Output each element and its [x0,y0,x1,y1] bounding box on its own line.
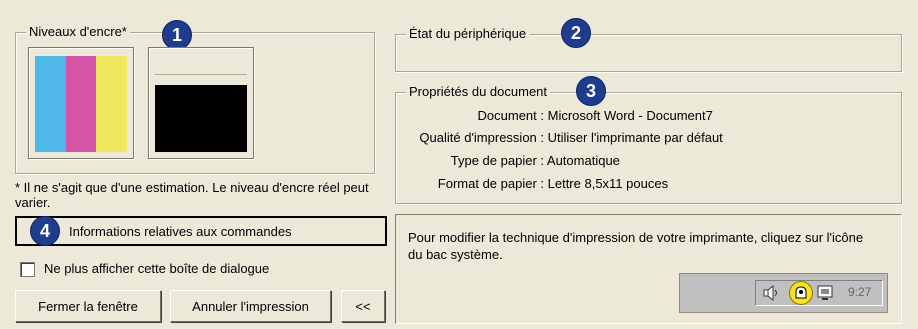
color-cartridge-fill [35,56,128,152]
callout-badge-3: 3 [576,76,606,106]
prop-key: Document : [477,108,544,123]
speaker-icon [763,284,777,302]
prop-value: Utiliser l'imprimante par défaut [547,130,723,145]
magenta-ink-bar [65,56,97,152]
color-cartridge [28,47,134,159]
prop-key: Format de papier : [437,176,544,191]
order-info-button[interactable]: Informations relatives aux commandes [15,216,387,246]
close-window-button[interactable]: Fermer la fenêtre [15,290,161,322]
ink-levels-label: Niveaux d'encre* [26,24,130,39]
collapse-button[interactable]: << [341,290,385,322]
cyan-ink-bar [35,56,66,152]
system-tray-mock: 9:27 [679,273,888,313]
device-status-label: État du périphérique [406,26,530,41]
monitor-icon [817,285,833,300]
prop-row-paper-type: Type de papier : Automatique [384,153,620,168]
system-tray-area: 9:27 [755,280,883,306]
prop-key: Type de papier : [450,153,544,168]
black-cartridge [148,47,254,159]
prop-value: Automatique [546,153,620,168]
prop-row-document: Document : Microsoft Word - Document7 [384,108,713,123]
order-info-label: Informations relatives aux commandes [69,223,292,239]
black-cartridge-empty [155,54,247,75]
prop-value: Microsoft Word - Document7 [547,108,713,123]
dont-show-label[interactable]: Ne plus afficher cette boîte de dialogue [44,261,269,276]
printer-tray-icon[interactable] [793,285,809,301]
cancel-print-button[interactable]: Annuler l'impression [170,290,331,322]
device-status-group: État du périphérique [395,26,902,72]
callout-badge-2: 2 [561,18,591,48]
printer-tray-icon-highlight[interactable] [789,281,813,305]
yellow-ink-bar [96,56,128,152]
callout-badge-4: 4 [30,216,60,246]
dont-show-checkbox[interactable] [20,262,35,277]
tray-clock: 9:27 [848,285,872,299]
tip-text: Pour modifier la technique d'impression … [408,230,864,262]
prop-row-quality: Qualité d'impression : Utiliser l'imprim… [384,130,723,145]
tip-panel: Pour modifier la technique d'impression … [395,214,902,324]
prop-key: Qualité d'impression : [419,130,544,145]
callout-badge-1: 1 [162,20,192,50]
prop-row-paper-size: Format de papier : Lettre 8,5x11 pouces [384,176,668,191]
prop-value: Lettre 8,5x11 pouces [547,176,669,191]
black-ink-bar [155,84,247,152]
document-properties-label: Propriétés du document [406,84,551,99]
ink-estimate-note: * Il ne s'agit que d'une estimation. Le … [15,180,369,210]
